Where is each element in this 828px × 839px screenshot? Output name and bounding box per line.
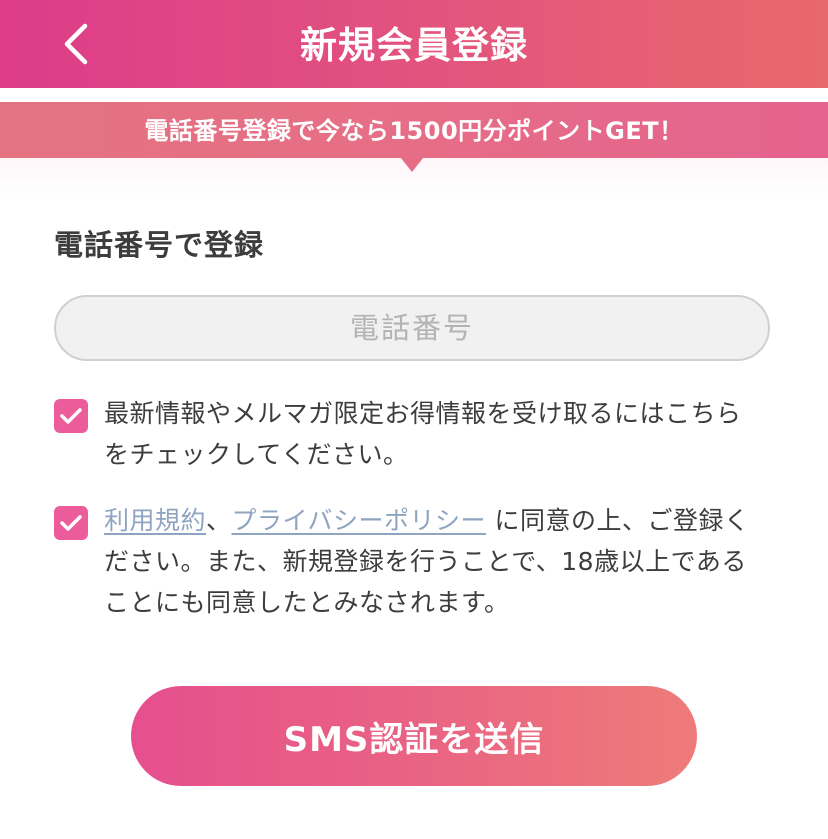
newsletter-checkbox[interactable]	[54, 399, 88, 433]
app-header: 新規会員登録	[0, 0, 828, 88]
terms-of-use-link[interactable]: 利用規約	[104, 506, 206, 535]
page-title: 新規会員登録	[300, 24, 528, 67]
checkmark-icon	[60, 408, 82, 424]
promo-banner: 電話番号登録で今なら1500円分ポイントGET！	[0, 102, 828, 158]
checkmark-icon	[60, 515, 82, 531]
section-title: 電話番号で登録	[54, 228, 265, 262]
registration-page: 新規会員登録 電話番号登録で今なら1500円分ポイントGET！ 電話番号で登録 …	[0, 0, 828, 839]
promo-banner-text: 電話番号登録で今なら1500円分ポイントGET！	[144, 117, 684, 145]
send-sms-button[interactable]: SMS認証を送信	[131, 686, 697, 786]
privacy-policy-link[interactable]: プライバシーポリシー	[232, 506, 487, 535]
phone-number-input[interactable]	[54, 295, 770, 361]
newsletter-consent-row: 最新情報やメルマガ限定お得情報を受け取るにはこちらをチェックしてください。	[54, 393, 764, 477]
link-separator: 、	[206, 506, 232, 535]
terms-consent-row: 利用規約、プライバシーポリシー に同意の上、ご登録ください。また、新規登録を行う…	[54, 500, 764, 624]
newsletter-consent-text: 最新情報やメルマガ限定お得情報を受け取るにはこちらをチェックしてください。	[104, 399, 742, 469]
header-divider	[0, 88, 828, 102]
banner-pointer	[401, 158, 423, 172]
terms-checkbox[interactable]	[54, 506, 88, 540]
terms-consent-text: 利用規約、プライバシーポリシー に同意の上、ご登録ください。また、新規登録を行う…	[104, 500, 764, 623]
